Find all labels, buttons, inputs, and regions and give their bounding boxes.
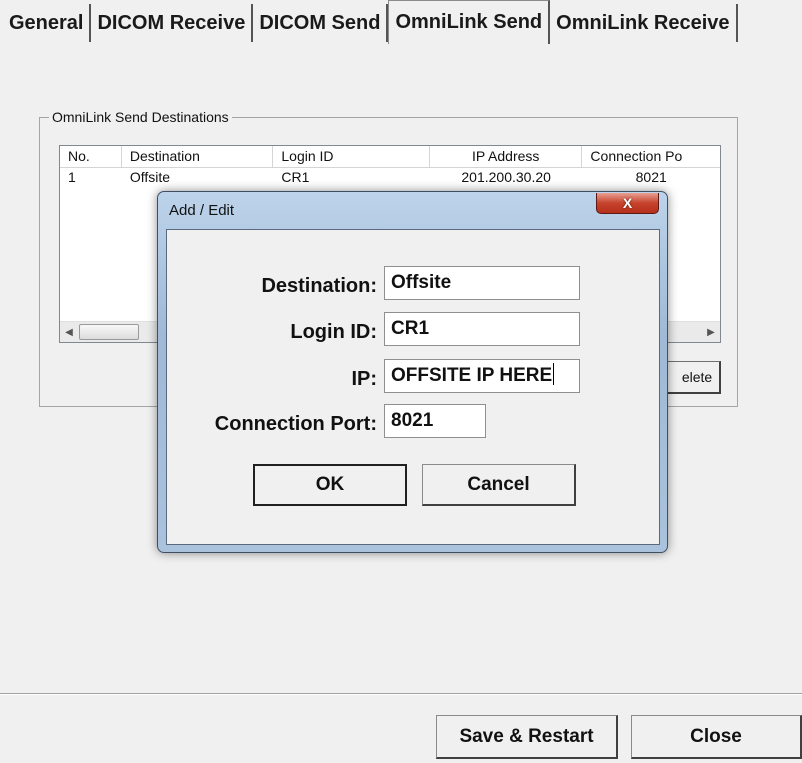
table-row[interactable]: 1 Offsite CR1 201.200.30.20 8021: [60, 168, 720, 186]
column-header-no[interactable]: No.: [60, 146, 122, 168]
cancel-button[interactable]: Cancel: [422, 464, 576, 506]
ip-field[interactable]: OFFSITE IP HERE: [384, 359, 580, 393]
column-header-login-id[interactable]: Login ID: [273, 146, 430, 168]
add-edit-dialog: Add / Edit X Destination: Offsite Login …: [157, 191, 668, 553]
close-button[interactable]: Close: [631, 715, 802, 759]
destination-label: Destination:: [261, 275, 377, 297]
ok-button[interactable]: OK: [253, 464, 407, 506]
tab-omnilink-receive[interactable]: OmniLink Receive: [550, 4, 738, 42]
column-header-ip-address[interactable]: IP Address: [430, 146, 583, 168]
tab-bar: General DICOM Receive DICOM Send OmniLin…: [0, 0, 802, 44]
tab-general[interactable]: General: [0, 4, 92, 42]
text-caret: [553, 363, 555, 385]
cell-ip-address: 201.200.30.20: [461, 169, 551, 185]
destination-field[interactable]: Offsite: [384, 266, 580, 300]
save-and-restart-button[interactable]: Save & Restart: [436, 715, 618, 759]
cell-no: 1: [68, 169, 76, 185]
list-header: No. Destination Login ID IP Address Conn…: [60, 146, 720, 168]
dialog-title: Add / Edit: [169, 202, 235, 219]
chevron-left-icon[interactable]: ◀: [60, 322, 78, 342]
tab-dicom-send[interactable]: DICOM Send: [253, 4, 389, 42]
tab-omnilink-send[interactable]: OmniLink Send: [388, 0, 551, 44]
login-id-label: Login ID:: [290, 321, 377, 343]
tab-dicom-receive[interactable]: DICOM Receive: [91, 4, 254, 42]
scrollbar-thumb[interactable]: [79, 324, 139, 340]
column-header-connection-port[interactable]: Connection Po: [582, 146, 720, 168]
cell-login-id: CR1: [281, 169, 310, 185]
chevron-right-icon[interactable]: ▶: [702, 322, 720, 342]
login-id-field[interactable]: CR1: [384, 312, 580, 346]
group-title: OmniLink Send Destinations: [49, 109, 232, 125]
column-header-destination[interactable]: Destination: [122, 146, 274, 168]
close-icon[interactable]: X: [596, 193, 659, 214]
footer-divider: [0, 693, 802, 695]
connection-port-label: Connection Port:: [214, 413, 377, 435]
ip-field-value: OFFSITE IP HERE: [391, 365, 553, 386]
dialog-body: Destination: Offsite Login ID: CR1 IP: O…: [166, 229, 660, 545]
cell-connection-port: 8021: [635, 169, 667, 185]
connection-port-field[interactable]: 8021: [384, 404, 486, 438]
ip-label: IP:: [351, 368, 377, 390]
cell-destination: Offsite: [129, 169, 171, 185]
